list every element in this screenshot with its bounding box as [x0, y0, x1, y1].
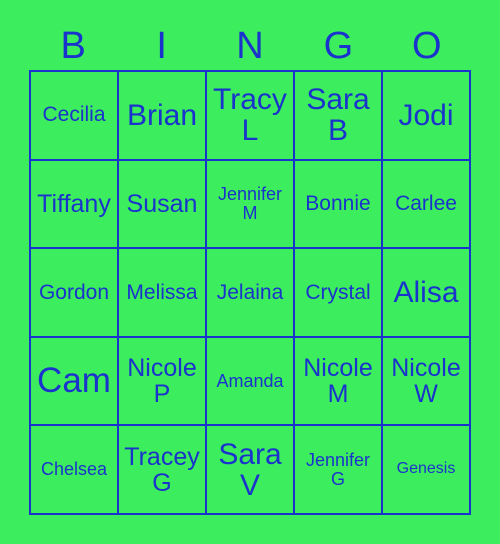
bingo-cell[interactable]: Nicole M [295, 337, 383, 427]
bingo-cell[interactable]: Melissa [119, 249, 207, 338]
bingo-header-letter-n: N [236, 25, 264, 67]
bingo-cell[interactable]: Jennifer M [207, 160, 295, 250]
bingo-cell[interactable]: Alisa [383, 249, 471, 338]
bingo-cell[interactable]: Brian [119, 72, 207, 161]
bingo-cell[interactable]: Jelaina [207, 249, 295, 338]
bingo-header-letter-g: G [323, 25, 354, 67]
bingo-cell[interactable]: Cecilia [31, 72, 119, 161]
bingo-cell[interactable]: Susan [119, 160, 207, 250]
bingo-cell[interactable]: Tiffany [31, 160, 119, 250]
bingo-card: B I N G O Cecilia Brian Tracy L Sara B J… [0, 0, 500, 544]
bingo-header-letter-o: O [412, 25, 442, 67]
bingo-cell[interactable]: Chelsea [31, 426, 119, 515]
bingo-header-letter-b: B [60, 25, 86, 67]
bingo-cell[interactable]: Bonnie [295, 160, 383, 250]
bingo-cell[interactable]: Nicole W [383, 337, 471, 427]
bingo-cell[interactable]: Cam [31, 337, 119, 427]
bingo-cell[interactable]: Tracey G [119, 426, 207, 515]
bingo-cell[interactable]: Sara V [207, 426, 295, 515]
bingo-cell[interactable]: Tracy L [207, 72, 295, 161]
bingo-cell[interactable]: Crystal [295, 249, 383, 338]
bingo-header: B I N G O [29, 22, 471, 70]
bingo-cell[interactable]: Amanda [207, 337, 295, 427]
bingo-header-letter-i: I [156, 25, 167, 67]
bingo-cell[interactable]: Genesis [383, 426, 471, 515]
bingo-cell[interactable]: Carlee [383, 160, 471, 250]
bingo-cell[interactable]: Jennifer G [295, 426, 383, 515]
bingo-cell[interactable]: Jodi [383, 72, 471, 161]
bingo-cell[interactable]: Gordon [31, 249, 119, 338]
bingo-cell[interactable]: Sara B [295, 72, 383, 161]
bingo-grid: Cecilia Brian Tracy L Sara B Jodi Tiffan… [29, 70, 471, 515]
bingo-cell[interactable]: Nicole P [119, 337, 207, 427]
